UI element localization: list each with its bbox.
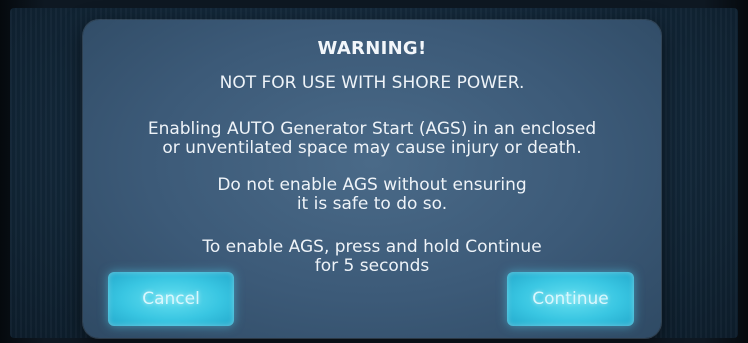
paragraph-3-line-1: To enable AGS, press and hold Continue: [202, 237, 542, 257]
cancel-button[interactable]: Cancel: [108, 272, 234, 326]
paragraph-2-line-1: Do not enable AGS without ensuring: [217, 175, 527, 195]
paragraph-1-line-2: or unventilated space may cause injury o…: [162, 138, 582, 158]
continue-button[interactable]: Continue: [507, 272, 634, 326]
warning-title: WARNING!: [317, 38, 427, 59]
warning-paragraph-1: Enabling AUTO Generator Start (AGS) in a…: [83, 120, 661, 158]
warning-subtitle: NOT FOR USE WITH SHORE POWER.: [219, 73, 525, 93]
warning-paragraph-3: To enable AGS, press and hold Continue f…: [83, 238, 661, 276]
paragraph-2-line-2: it is safe to do so.: [296, 194, 448, 214]
paragraph-1-line-1: Enabling AUTO Generator Start (AGS) in a…: [147, 119, 597, 139]
warning-paragraph-2: Do not enable AGS without ensuring it is…: [83, 176, 661, 214]
